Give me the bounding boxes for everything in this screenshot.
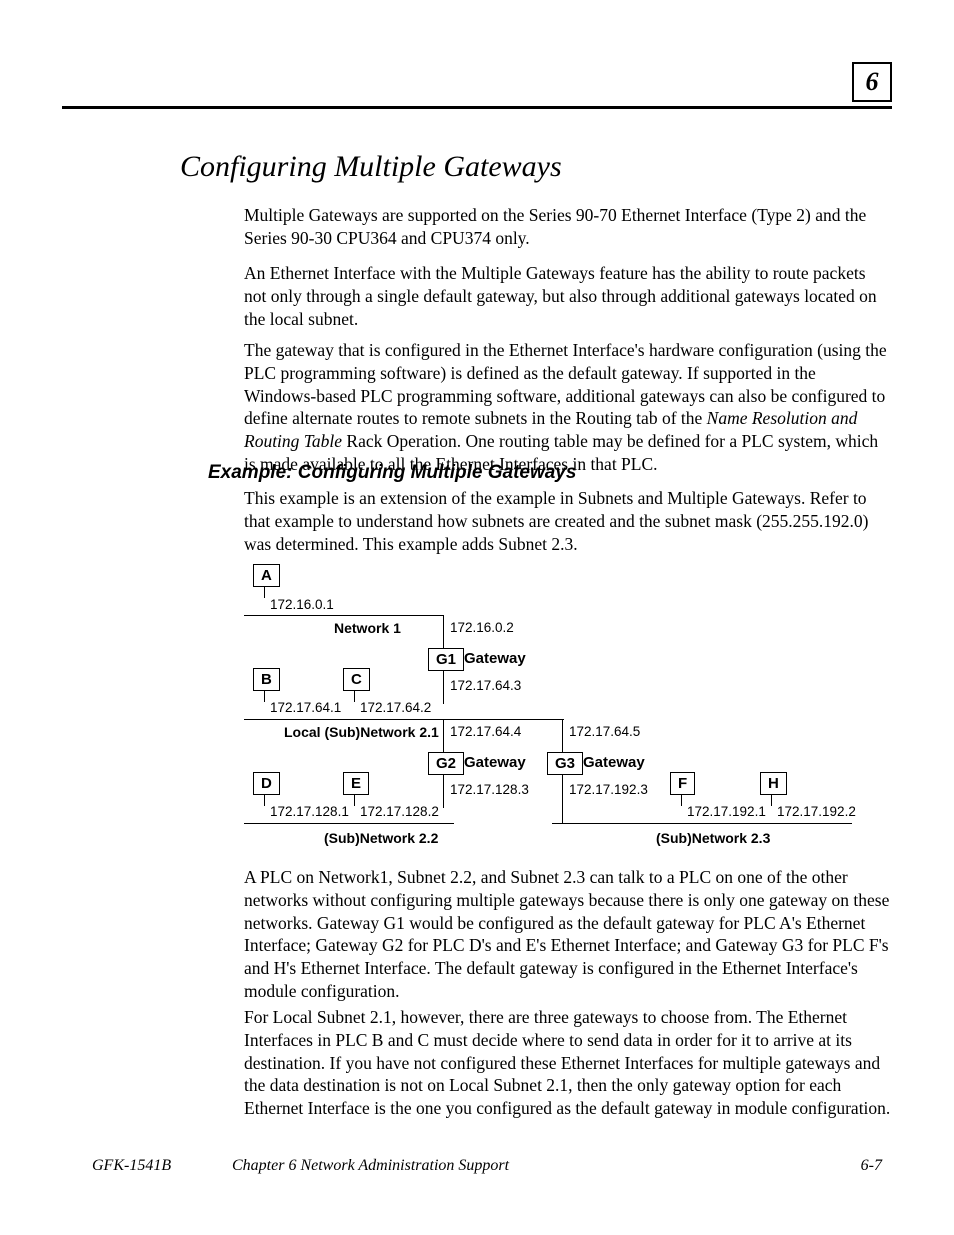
network-diagram: A 172.16.0.1 Network 1 172.16.0.2 G1 Gat…: [244, 560, 864, 860]
page-footer: GFK-1541B Chapter 6 Network Administrati…: [92, 1157, 882, 1175]
label-gateway1: Gateway: [464, 650, 526, 667]
paragraph-3: The gateway that is configured in the Et…: [244, 339, 892, 476]
example-subheading: Example: Configuring Multiple Gateways: [208, 462, 576, 484]
ip-a: 172.16.0.1: [270, 597, 334, 612]
node-h: H: [760, 772, 787, 795]
ip-g3-top: 172.17.64.5: [569, 724, 640, 739]
node-b: B: [253, 668, 280, 691]
node-e: E: [343, 772, 369, 795]
ip-g2-bot: 172.17.128.3: [450, 782, 529, 797]
footer-chapter-title: Chapter 6 Network Administration Support: [232, 1157, 509, 1175]
bus-net1: [244, 615, 444, 616]
drop-g3-top: [562, 719, 563, 753]
node-g1: G1: [428, 648, 464, 671]
ip-c: 172.17.64.2: [360, 700, 431, 715]
label-network1: Network 1: [334, 620, 401, 636]
ip-h: 172.17.192.2: [777, 804, 856, 819]
ip-g1-bot: 172.17.64.3: [450, 678, 521, 693]
ip-b: 172.17.64.1: [270, 700, 341, 715]
header-rule: [62, 106, 892, 109]
drop-g2-top: [443, 719, 444, 753]
label-gateway2: Gateway: [464, 754, 526, 771]
node-c: C: [343, 668, 370, 691]
ip-g2-top: 172.17.64.4: [450, 724, 521, 739]
bus-net23: [552, 823, 852, 824]
ip-f: 172.17.192.1: [687, 804, 766, 819]
paragraph-6: For Local Subnet 2.1, however, there are…: [244, 1006, 892, 1120]
paragraph-1: Multiple Gateways are supported on the S…: [244, 204, 892, 250]
paragraph-4: This example is an extension of the exam…: [244, 487, 892, 555]
node-g2: G2: [428, 752, 464, 775]
footer-page-number: 6-7: [861, 1157, 882, 1175]
node-a: A: [253, 564, 280, 587]
paragraph-5: A PLC on Network1, Subnet 2.2, and Subne…: [244, 866, 892, 1003]
drop-g3-bot: [562, 774, 563, 823]
ip-d: 172.17.128.1: [270, 804, 349, 819]
label-network21: Local (Sub)Network 2.1: [284, 724, 439, 740]
ip-e: 172.17.128.2: [360, 804, 439, 819]
node-g3: G3: [547, 752, 583, 775]
drop-g1-top: [443, 615, 444, 649]
ip-g1-top: 172.16.0.2: [450, 620, 514, 635]
bus-net21: [244, 719, 564, 720]
ip-g3-bot: 172.17.192.3: [569, 782, 648, 797]
paragraph-2: An Ethernet Interface with the Multiple …: [244, 262, 892, 330]
node-f: F: [670, 772, 695, 795]
label-network22: (Sub)Network 2.2: [324, 830, 438, 846]
label-gateway3: Gateway: [583, 754, 645, 771]
drop-g1-bot: [443, 670, 444, 704]
drop-g2-bot: [443, 774, 444, 808]
node-d: D: [253, 772, 280, 795]
chapter-number-box: 6: [852, 62, 892, 102]
footer-doc-id: GFK-1541B: [92, 1157, 171, 1175]
bus-net22: [244, 823, 454, 824]
label-network23: (Sub)Network 2.3: [656, 830, 770, 846]
section-heading: Configuring Multiple Gateways: [180, 150, 562, 184]
